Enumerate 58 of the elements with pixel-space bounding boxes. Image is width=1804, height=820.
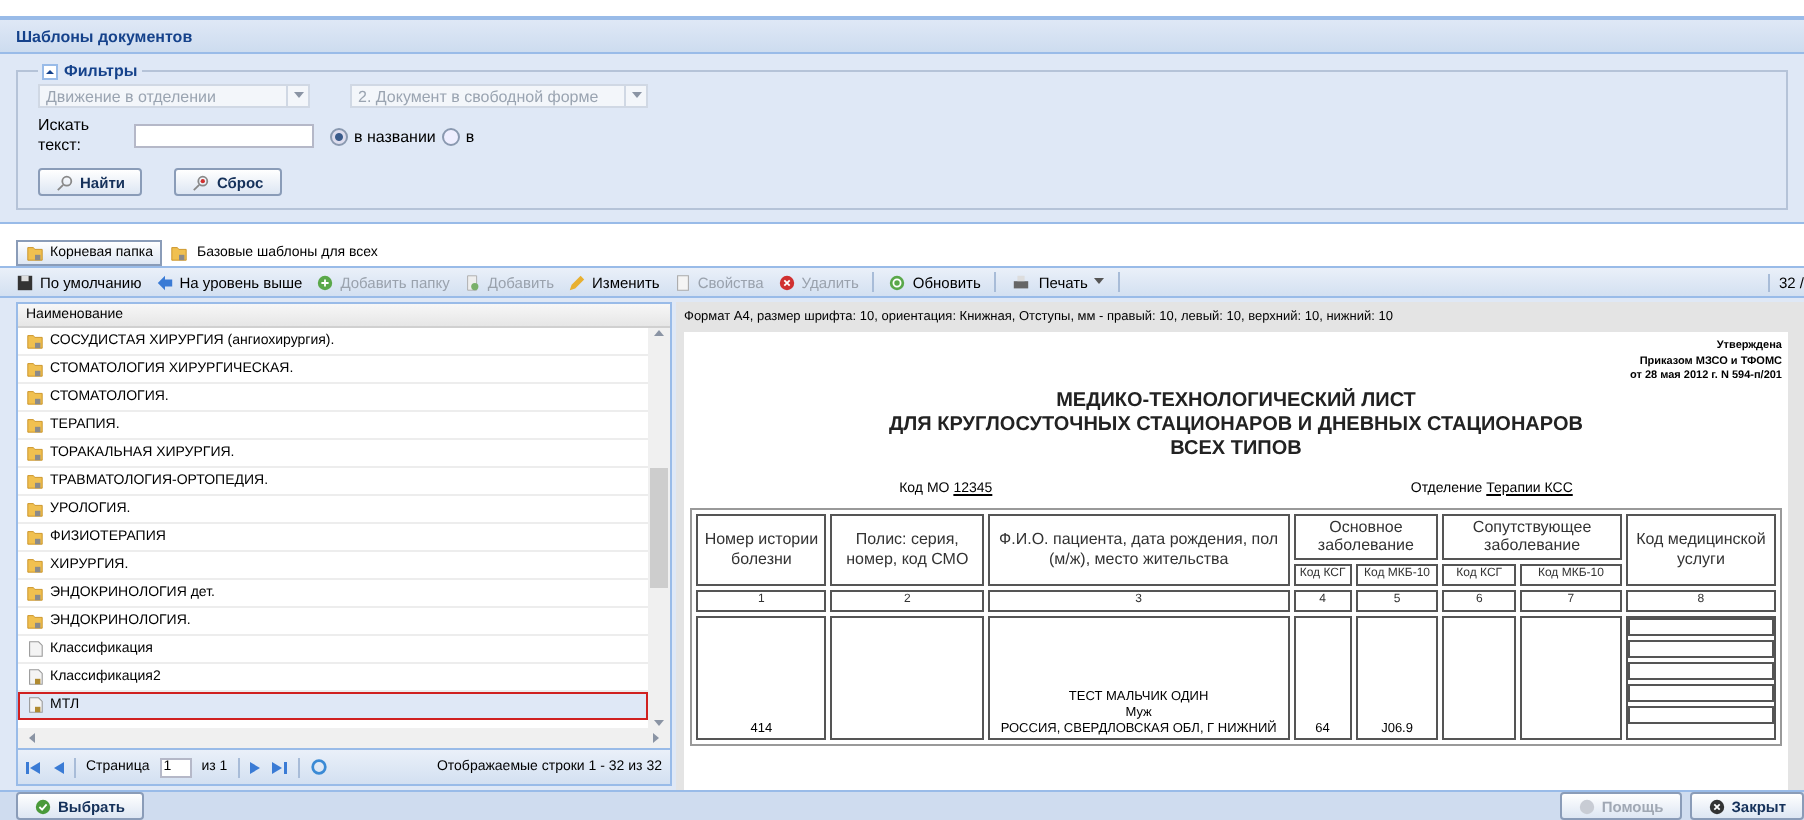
- table-header: Основное заболевание: [1293, 513, 1439, 560]
- last-page-icon[interactable]: [271, 759, 288, 775]
- delete-icon: [777, 273, 796, 291]
- folder-icon: [26, 612, 44, 630]
- vertical-scrollbar[interactable]: [648, 328, 670, 728]
- filters-legend[interactable]: Фильтры: [38, 62, 142, 80]
- radio-label: в: [465, 127, 475, 145]
- document-icon: [26, 640, 44, 658]
- radio-button[interactable]: [330, 127, 348, 145]
- folder-icon: [26, 360, 44, 378]
- search-icon: [56, 173, 74, 191]
- search-field[interactable]: [134, 124, 314, 148]
- radio-label: в названии: [354, 127, 436, 145]
- folder-icon: [26, 444, 44, 462]
- document-title: МЕДИКО-ТЕХНОЛОГИЧЕСКИЙ ЛИСТ: [1054, 389, 1418, 413]
- left-arrow-icon: [155, 273, 174, 291]
- folder-icon: [26, 556, 44, 574]
- table-header: Ф.И.О. пациента, дата рождения, пол (м/ж), место жительства: [987, 513, 1290, 586]
- document-plus-icon: [463, 273, 482, 291]
- printer-icon: [1010, 273, 1033, 291]
- table-header: Код медицинской услуги: [1625, 513, 1776, 586]
- folder-icon: [26, 500, 44, 518]
- scroll-left-icon[interactable]: [27, 733, 35, 743]
- folder-icon: [26, 332, 44, 350]
- folder-icon: [26, 416, 44, 434]
- folder-icon: [170, 243, 189, 261]
- first-page-icon[interactable]: [26, 759, 42, 775]
- previous-page-icon[interactable]: [52, 759, 64, 775]
- check-icon: [34, 797, 52, 815]
- refresh-icon[interactable]: [309, 758, 328, 776]
- collapse-icon[interactable]: [42, 63, 58, 79]
- radio-button[interactable]: [441, 127, 460, 145]
- pencil-icon: [567, 273, 586, 291]
- plus-icon: [316, 273, 335, 291]
- table-header: Сопутствующее заболевание: [1442, 513, 1622, 560]
- table-header: Номер истории болезни: [696, 513, 827, 586]
- refresh-icon: [888, 273, 907, 291]
- folder-icon: [26, 388, 44, 406]
- document-icon: [673, 273, 692, 291]
- locked-document-icon: [26, 668, 44, 686]
- folder-icon: [26, 472, 44, 490]
- close-icon: [1707, 797, 1726, 815]
- caret-icon: [1093, 278, 1104, 286]
- reset-icon: [192, 173, 211, 191]
- document-title: ВСЕХ ТИПОВ: [1168, 437, 1304, 461]
- window-title: Шаблоны документов: [0, 16, 1804, 54]
- folder-icon: [26, 243, 44, 261]
- scroll-right-icon[interactable]: [653, 733, 661, 743]
- table-header: Полис: серия, номер, код СМО: [830, 513, 984, 586]
- horizontal-scrollbar[interactable]: [18, 728, 670, 748]
- filters-label: Фильтры: [64, 62, 138, 80]
- document-title: ДЛЯ КРУГЛОСУТОЧНЫХ СТАЦИОНАРОВ И ДНЕВНЫХ СТАЦИОНАРОВ: [887, 413, 1585, 437]
- folder-icon: [26, 584, 44, 602]
- help-icon: [1577, 797, 1596, 815]
- folder-icon: [26, 528, 44, 546]
- locked-document-icon: [26, 696, 44, 714]
- search-label: Искать текст:: [38, 116, 92, 156]
- next-page-icon[interactable]: [249, 759, 262, 775]
